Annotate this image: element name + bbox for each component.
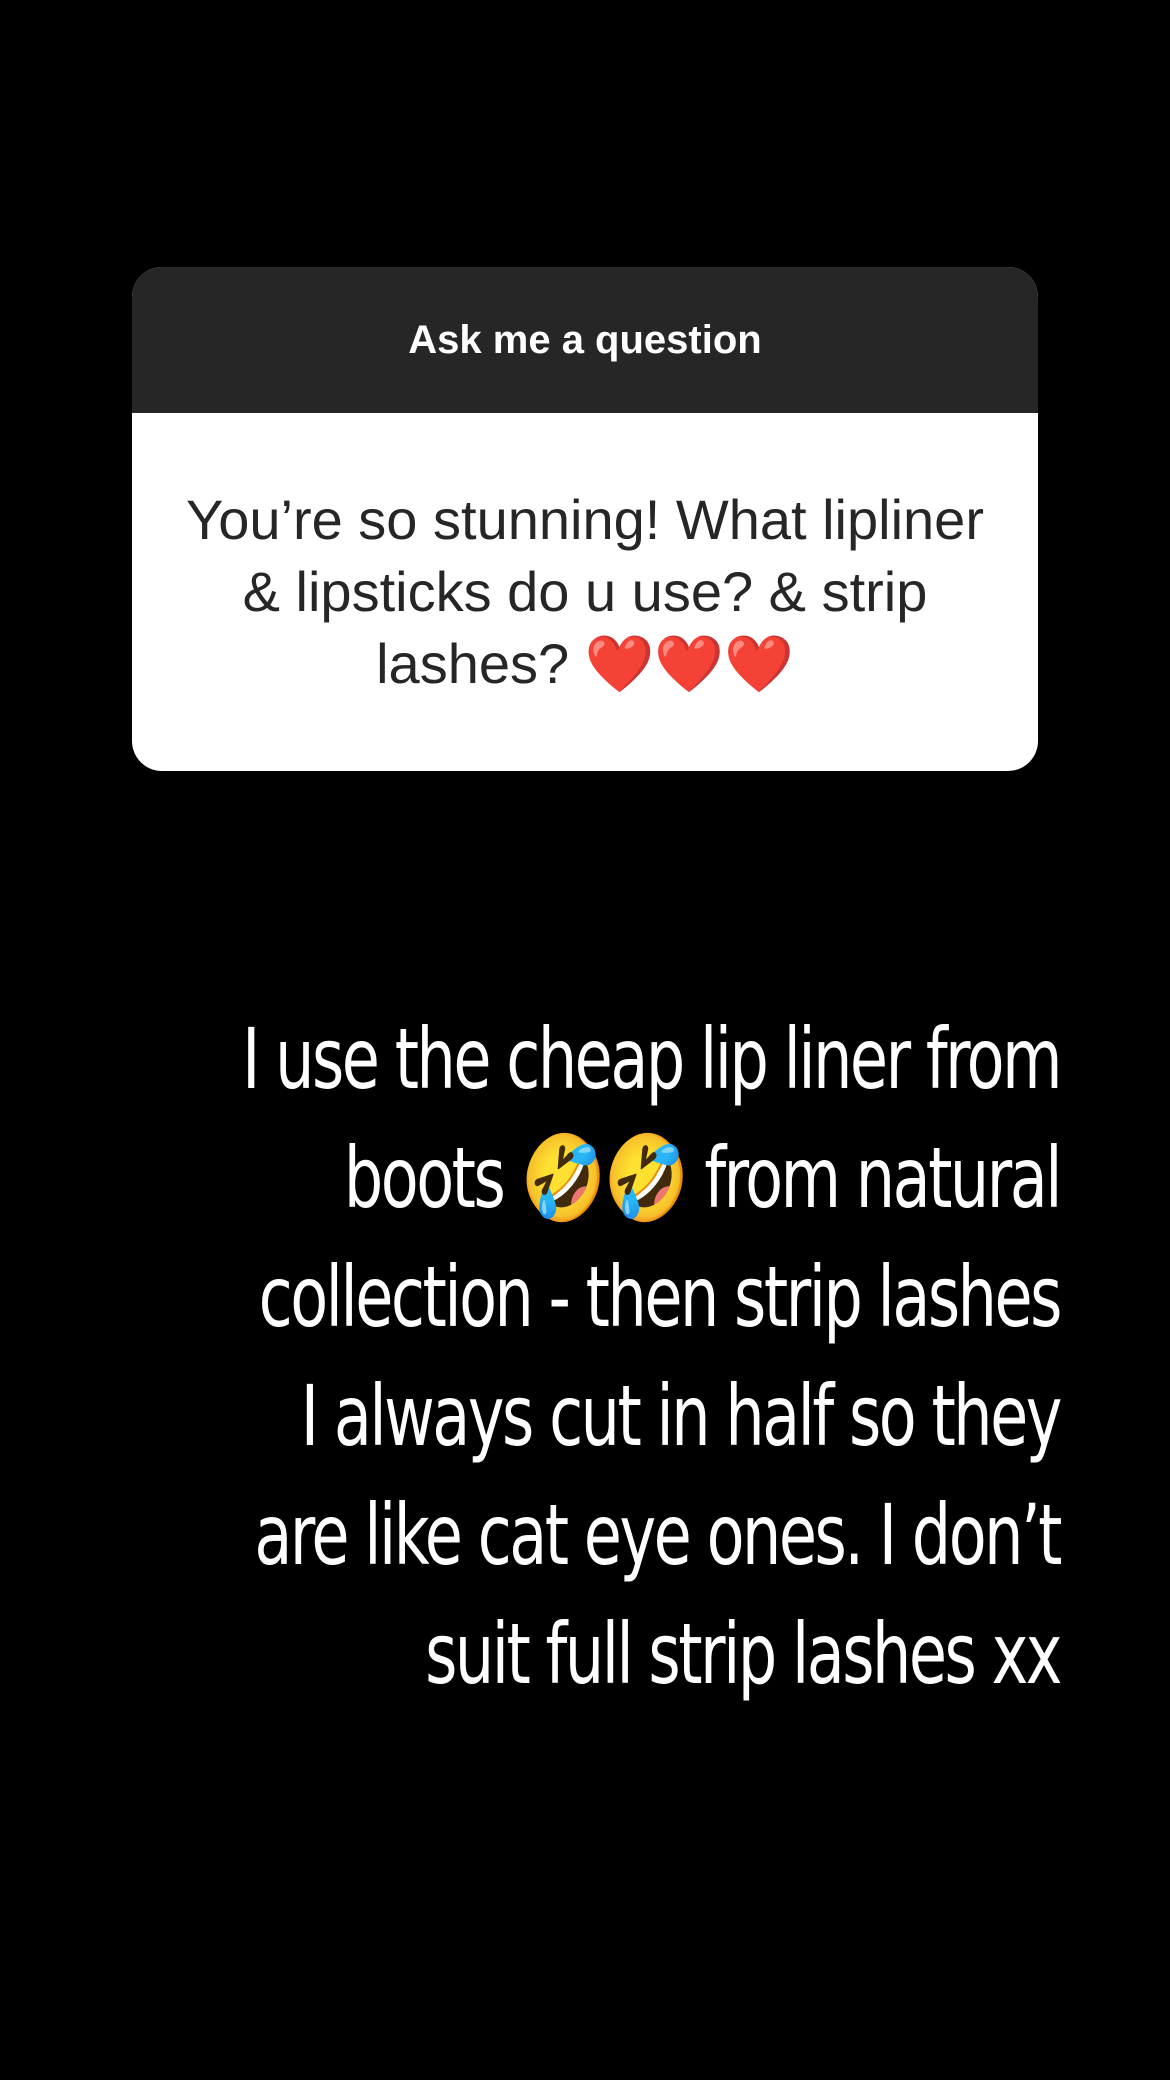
question-sticker-title: Ask me a question: [408, 317, 762, 362]
answer-text: I use the cheap lip liner from boots 🤣🤣 …: [242, 1010, 1062, 1703]
question-text: You’re so stunning! What lipliner & lips…: [186, 488, 984, 695]
question-sticker[interactable]: Ask me a question You’re so stunning! Wh…: [132, 267, 1038, 771]
question-sticker-header: Ask me a question: [132, 267, 1038, 413]
question-sticker-body: You’re so stunning! What lipliner & lips…: [132, 413, 1038, 771]
